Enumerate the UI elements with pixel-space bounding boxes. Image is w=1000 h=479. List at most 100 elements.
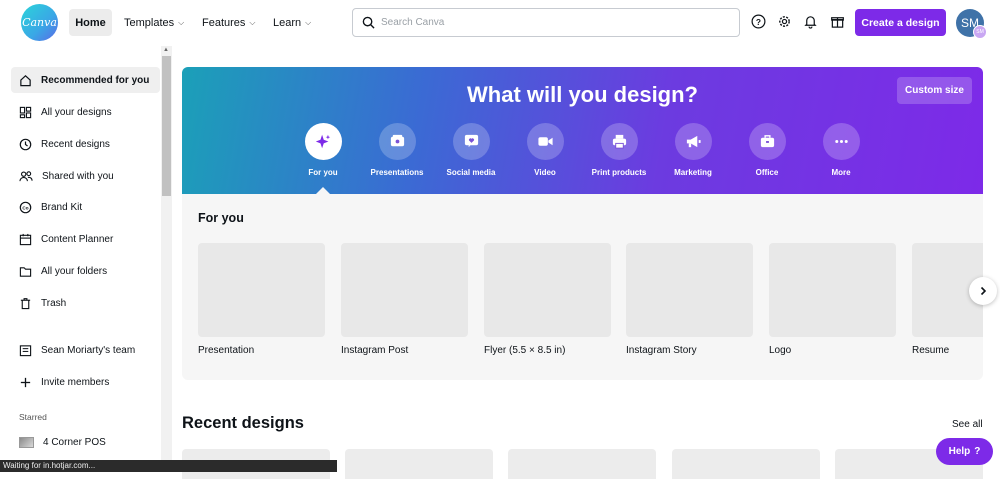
custom-size-button[interactable]: Custom size xyxy=(897,77,972,104)
for-you-section: For you Presentation Instagram Post Flye… xyxy=(182,194,983,380)
template-thumbnail xyxy=(484,243,611,337)
scrollbar-thumb[interactable] xyxy=(162,56,171,196)
search-box xyxy=(352,8,740,37)
starred-item[interactable]: 4 Corner POS xyxy=(11,429,160,455)
question-mark-icon: ? xyxy=(974,446,981,457)
chevron-down-icon: ⌵ xyxy=(178,17,185,27)
sidebar-item-label: Recent designs xyxy=(41,138,110,150)
sidebar-item-team[interactable]: Sean Moriarty's team xyxy=(11,337,160,363)
starred-heading: Starred xyxy=(19,412,47,422)
help-circle-icon[interactable]: ? xyxy=(749,12,767,30)
category-label: More xyxy=(831,168,851,177)
brand-kit-icon: Co xyxy=(19,201,32,213)
sidebar-item-brand-kit[interactable]: Co Brand Kit xyxy=(11,194,160,220)
sparkle-icon xyxy=(304,123,342,160)
template-card[interactable]: Flyer (5.5 × 8.5 in) xyxy=(484,243,611,356)
sidebar-item-content-planner[interactable]: Content Planner xyxy=(11,226,160,252)
category-label: Office xyxy=(755,168,779,177)
recent-design-card[interactable] xyxy=(672,449,820,479)
chevron-down-icon: ⌵ xyxy=(305,17,312,27)
help-label: Help xyxy=(948,446,971,457)
category-more[interactable]: More xyxy=(801,123,881,177)
top-bar: Canva Home Templates ⌵ Features ⌵ Learn … xyxy=(0,0,1000,46)
help-button[interactable]: Help ? xyxy=(936,438,993,465)
category-for-you[interactable]: For you xyxy=(283,123,363,177)
recent-design-card[interactable] xyxy=(345,449,493,479)
section-title: For you xyxy=(198,211,244,225)
sidebar-item-label: Recommended for you xyxy=(41,74,150,86)
gear-icon[interactable] xyxy=(775,12,793,30)
category-label: For you xyxy=(308,168,338,177)
sidebar-item-recommended[interactable]: Recommended for you xyxy=(11,67,160,93)
category-marketing[interactable]: Marketing xyxy=(653,123,733,177)
category-label: Print products xyxy=(591,168,647,177)
template-label: Presentation xyxy=(198,345,255,356)
template-card[interactable]: Instagram Story xyxy=(626,243,753,356)
nav-learn-label: Learn xyxy=(273,16,302,29)
gift-icon[interactable] xyxy=(828,12,846,30)
chevron-down-icon: ⌵ xyxy=(249,17,256,27)
folder-icon xyxy=(19,266,32,277)
nav-learn-menu[interactable]: Learn ⌵ xyxy=(273,9,311,36)
template-label: Instagram Story xyxy=(626,345,697,356)
category-presentations[interactable]: Presentations xyxy=(357,123,437,177)
grid-icon xyxy=(19,106,32,118)
category-label: Video xyxy=(534,168,556,177)
starred-item-label: 4 Corner POS xyxy=(43,436,106,448)
svg-text:?: ? xyxy=(755,16,760,26)
chevron-right-icon xyxy=(980,286,987,296)
team-icon xyxy=(19,344,32,356)
template-card[interactable]: Logo xyxy=(769,243,896,356)
category-print-products[interactable]: Print products xyxy=(579,123,659,177)
sidebar-item-invite[interactable]: Invite members xyxy=(11,369,160,395)
category-label: Social media xyxy=(446,168,496,177)
people-icon xyxy=(19,170,33,181)
recent-designs-title: Recent designs xyxy=(182,414,304,432)
carousel-next-button[interactable] xyxy=(969,277,997,305)
template-label: Logo xyxy=(769,345,792,356)
template-label: Instagram Post xyxy=(341,345,409,356)
see-all-link[interactable]: See all xyxy=(952,419,983,430)
design-hero-banner: What will you design? Custom size For yo… xyxy=(182,67,983,194)
sidebar-item-label: Shared with you xyxy=(42,170,114,182)
hero-title: What will you design? xyxy=(467,82,698,107)
canva-logo[interactable]: Canva xyxy=(21,4,58,41)
sidebar-item-all-designs[interactable]: All your designs xyxy=(11,99,160,125)
printer-icon xyxy=(600,123,638,160)
sidebar-item-recent-designs[interactable]: Recent designs xyxy=(11,131,160,157)
video-icon xyxy=(526,123,564,160)
calendar-icon xyxy=(19,233,32,245)
template-card[interactable]: Instagram Post xyxy=(341,243,468,356)
scroll-up-arrow-icon[interactable]: ▲ xyxy=(163,47,169,53)
search-input[interactable] xyxy=(381,17,711,28)
search-icon xyxy=(362,16,375,29)
sidebar-item-label: Sean Moriarty's team xyxy=(41,344,136,356)
bell-icon[interactable] xyxy=(801,12,819,30)
nav-templates-menu[interactable]: Templates ⌵ xyxy=(124,9,184,36)
sidebar-item-trash[interactable]: Trash xyxy=(11,290,160,316)
briefcase-icon xyxy=(748,123,786,160)
clock-icon xyxy=(19,138,32,150)
category-label: Presentations xyxy=(370,168,424,177)
sidebar-item-label: Invite members xyxy=(41,376,110,388)
category-video[interactable]: Video xyxy=(505,123,585,177)
logo-text: Canva xyxy=(22,16,57,29)
team-avatar-badge: SM xyxy=(973,25,987,39)
nav-features-menu[interactable]: Features ⌵ xyxy=(202,9,256,36)
sidebar-item-folders[interactable]: All your folders xyxy=(11,258,160,284)
megaphone-icon xyxy=(674,123,712,160)
sidebar-scrollbar[interactable]: ▲ xyxy=(161,46,172,472)
sidebar: Recommended for you All your designs Rec… xyxy=(0,46,172,472)
nav-home-button[interactable]: Home xyxy=(69,9,112,36)
category-office[interactable]: Office xyxy=(727,123,807,177)
browser-status-bar: Waiting for in.hotjar.com... xyxy=(0,460,337,472)
recent-design-card[interactable] xyxy=(508,449,656,479)
category-social-media[interactable]: Social media xyxy=(431,123,511,177)
template-thumbnail xyxy=(341,243,468,337)
selected-category-caret xyxy=(316,187,330,194)
template-card[interactable]: Presentation xyxy=(198,243,325,356)
nav-features-label: Features xyxy=(202,16,246,29)
sidebar-item-label: All your folders xyxy=(41,265,108,277)
create-design-button[interactable]: Create a design xyxy=(855,9,946,36)
sidebar-item-shared[interactable]: Shared with you xyxy=(11,163,160,189)
